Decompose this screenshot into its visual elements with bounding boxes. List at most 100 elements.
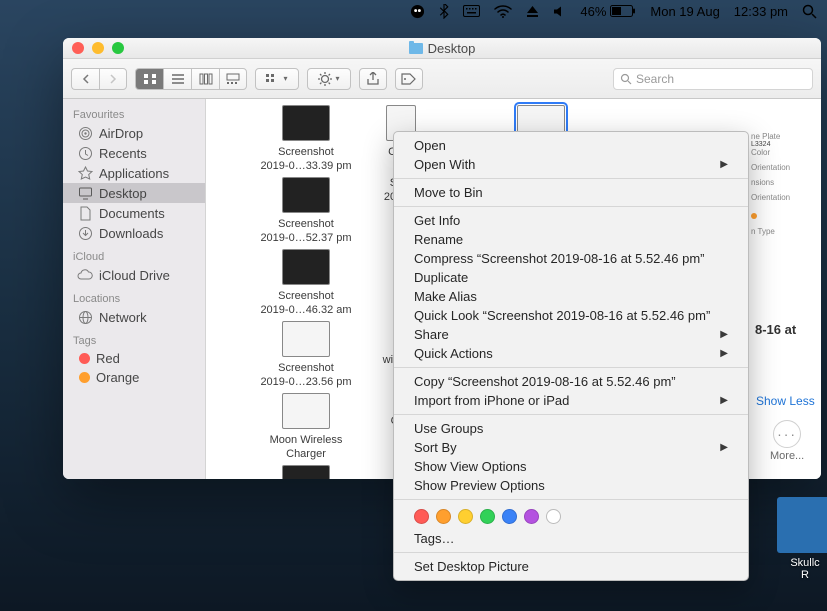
sidebar-item-downloads[interactable]: Downloads bbox=[63, 223, 205, 243]
cm-tag-row bbox=[394, 504, 748, 529]
desktop-icon bbox=[77, 185, 93, 201]
minimize-button[interactable] bbox=[92, 42, 104, 54]
cm-copy[interactable]: Copy “Screenshot 2019-08-16 at 5.52.46 p… bbox=[394, 372, 748, 391]
recents-icon bbox=[77, 145, 93, 161]
submenu-arrow-icon: ▶ bbox=[720, 348, 728, 359]
file-item[interactable] bbox=[246, 465, 366, 479]
icloud-icon bbox=[77, 267, 93, 283]
icon-view-button[interactable] bbox=[135, 68, 163, 90]
file-item[interactable]: Screenshot2019-0…33.39 pm bbox=[246, 105, 366, 172]
cm-separator bbox=[394, 367, 748, 368]
tag-dot-orange bbox=[79, 372, 90, 383]
nav-buttons bbox=[71, 68, 127, 90]
cm-tag-yellow[interactable] bbox=[458, 509, 473, 524]
cm-open[interactable]: Open bbox=[394, 136, 748, 155]
more-button[interactable]: ··· More... bbox=[770, 420, 804, 462]
sidebar-item-tag-orange[interactable]: Orange bbox=[63, 368, 205, 387]
airdrop-icon bbox=[77, 125, 93, 141]
toolbar: ▾ ▾ Search bbox=[63, 59, 821, 99]
cm-tag-gray[interactable] bbox=[546, 509, 561, 524]
cm-separator bbox=[394, 414, 748, 415]
cm-quick-look[interactable]: Quick Look “Screenshot 2019-08-16 at 5.5… bbox=[394, 306, 748, 325]
preview-metadata: ne PlateL3324 Color Orientation nsions O… bbox=[749, 130, 819, 330]
spotlight-icon[interactable] bbox=[802, 4, 817, 19]
cm-tag-green[interactable] bbox=[480, 509, 495, 524]
cm-move-to-bin[interactable]: Move to Bin bbox=[394, 183, 748, 202]
cm-set-desktop[interactable]: Set Desktop Picture bbox=[394, 557, 748, 576]
cm-separator bbox=[394, 206, 748, 207]
search-placeholder: Search bbox=[636, 72, 674, 86]
menubar-date[interactable]: Mon 19 Aug bbox=[650, 4, 719, 19]
bluetooth-icon[interactable] bbox=[439, 4, 449, 19]
folder-icon bbox=[409, 43, 423, 54]
sidebar-item-network[interactable]: Network bbox=[63, 307, 205, 327]
sidebar: Favourites AirDrop Recents Applications … bbox=[63, 99, 206, 479]
sidebar-item-applications[interactable]: Applications bbox=[63, 163, 205, 183]
cm-tag-blue[interactable] bbox=[502, 509, 517, 524]
file-thumb bbox=[282, 249, 330, 285]
cm-import-iphone[interactable]: Import from iPhone or iPad▶ bbox=[394, 391, 748, 410]
menubar-time[interactable]: 12:33 pm bbox=[734, 4, 788, 19]
sidebar-item-desktop[interactable]: Desktop bbox=[63, 183, 205, 203]
sidebar-item-recents[interactable]: Recents bbox=[63, 143, 205, 163]
desktop-file[interactable]: Skullc R bbox=[771, 497, 827, 581]
eject-icon[interactable] bbox=[526, 5, 539, 18]
back-button[interactable] bbox=[71, 68, 99, 90]
tags-button[interactable] bbox=[395, 68, 423, 90]
wifi-icon[interactable] bbox=[494, 5, 512, 18]
sidebar-item-airdrop[interactable]: AirDrop bbox=[63, 123, 205, 143]
column-view-button[interactable] bbox=[191, 68, 219, 90]
cm-get-info[interactable]: Get Info bbox=[394, 211, 748, 230]
sidebar-item-documents[interactable]: Documents bbox=[63, 203, 205, 223]
cm-tag-orange[interactable] bbox=[436, 509, 451, 524]
cm-open-with[interactable]: Open With▶ bbox=[394, 155, 748, 174]
tag-dot-red bbox=[79, 353, 90, 364]
file-item[interactable]: Screenshot2019-0…23.56 pm bbox=[246, 321, 366, 388]
volume-icon[interactable] bbox=[553, 5, 566, 18]
file-item[interactable]: Screenshot2019-0…52.37 pm bbox=[246, 177, 366, 244]
show-less-link[interactable]: Show Less bbox=[756, 394, 817, 408]
list-view-button[interactable] bbox=[163, 68, 191, 90]
cm-show-view-options[interactable]: Show View Options bbox=[394, 457, 748, 476]
cm-quick-actions[interactable]: Quick Actions▶ bbox=[394, 344, 748, 363]
cm-tags[interactable]: Tags… bbox=[394, 529, 748, 548]
cm-duplicate[interactable]: Duplicate bbox=[394, 268, 748, 287]
file-thumb bbox=[282, 177, 330, 213]
zoom-button[interactable] bbox=[112, 42, 124, 54]
cm-share[interactable]: Share▶ bbox=[394, 325, 748, 344]
file-item[interactable]: Screenshot2019-0…46.32 am bbox=[246, 249, 366, 316]
keyboard-icon[interactable] bbox=[463, 5, 480, 17]
cm-tag-purple[interactable] bbox=[524, 509, 539, 524]
context-menu: Open Open With▶ Move to Bin Get Info Ren… bbox=[393, 131, 749, 581]
close-button[interactable] bbox=[72, 42, 84, 54]
battery-status[interactable]: 46% bbox=[580, 4, 636, 19]
app-icon[interactable] bbox=[410, 4, 425, 19]
submenu-arrow-icon: ▶ bbox=[720, 442, 728, 453]
submenu-arrow-icon: ▶ bbox=[720, 159, 728, 170]
action-button[interactable]: ▾ bbox=[307, 68, 351, 90]
battery-pct: 46% bbox=[580, 4, 606, 19]
sidebar-heading-locations: Locations bbox=[63, 291, 205, 307]
sidebar-heading-tags: Tags bbox=[63, 333, 205, 349]
file-item[interactable]: Moon WirelessCharger bbox=[246, 393, 366, 460]
cm-tag-red[interactable] bbox=[414, 509, 429, 524]
more-icon: ··· bbox=[773, 420, 801, 448]
cm-show-preview-options[interactable]: Show Preview Options bbox=[394, 476, 748, 495]
documents-icon bbox=[77, 205, 93, 221]
window-title-text: Desktop bbox=[428, 41, 476, 56]
search-input[interactable]: Search bbox=[613, 68, 813, 90]
share-button[interactable] bbox=[359, 68, 387, 90]
desktop-file-thumb bbox=[777, 497, 827, 553]
sidebar-item-icloud-drive[interactable]: iCloud Drive bbox=[63, 265, 205, 285]
cm-rename[interactable]: Rename bbox=[394, 230, 748, 249]
group-by-button[interactable]: ▾ bbox=[255, 68, 299, 90]
file-thumb bbox=[282, 393, 330, 429]
cm-make-alias[interactable]: Make Alias bbox=[394, 287, 748, 306]
sidebar-item-tag-red[interactable]: Red bbox=[63, 349, 205, 368]
cm-sort-by[interactable]: Sort By▶ bbox=[394, 438, 748, 457]
gallery-view-button[interactable] bbox=[219, 68, 247, 90]
downloads-icon bbox=[77, 225, 93, 241]
cm-use-groups[interactable]: Use Groups bbox=[394, 419, 748, 438]
cm-compress[interactable]: Compress “Screenshot 2019-08-16 at 5.52.… bbox=[394, 249, 748, 268]
forward-button[interactable] bbox=[99, 68, 127, 90]
